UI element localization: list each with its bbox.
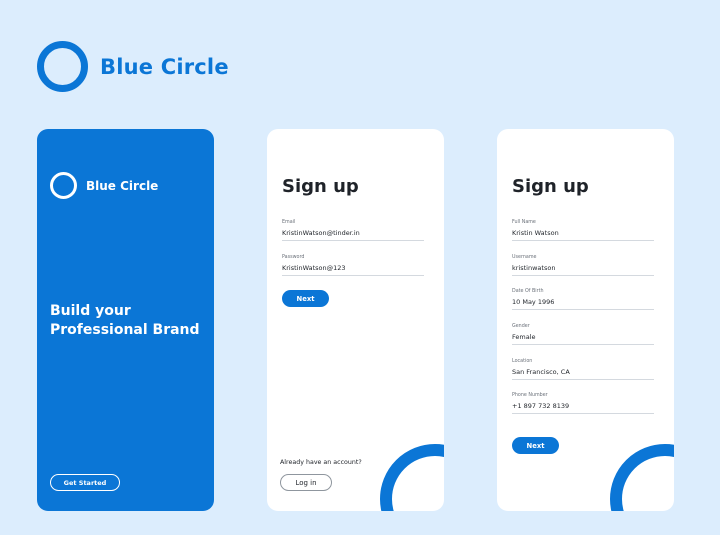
location-field-group: Location bbox=[512, 359, 654, 380]
location-label: Location bbox=[512, 359, 533, 364]
username-input[interactable] bbox=[512, 264, 654, 276]
password-label: Password bbox=[282, 255, 305, 260]
page-title: Sign up bbox=[512, 176, 589, 197]
next-button[interactable]: Next bbox=[282, 290, 329, 307]
welcome-brand-name: Blue Circle bbox=[86, 178, 159, 193]
welcome-headline: Build your Professional Brand bbox=[50, 303, 200, 338]
gender-field-group: Gender bbox=[512, 324, 654, 345]
welcome-screen: Blue Circle Build your Professional Bran… bbox=[37, 129, 214, 511]
account-prompt: Already have an account? bbox=[280, 459, 362, 466]
email-label: Email bbox=[282, 220, 296, 225]
gender-label: Gender bbox=[512, 324, 530, 329]
welcome-brand: Blue Circle bbox=[50, 172, 158, 199]
phone-number-input[interactable] bbox=[512, 402, 654, 414]
brand-logo: Blue Circle bbox=[37, 41, 229, 92]
page-title: Sign up bbox=[282, 176, 359, 197]
get-started-button[interactable]: Get Started bbox=[50, 474, 120, 491]
password-field-group: Password bbox=[282, 255, 424, 276]
username-field-group: Username bbox=[512, 255, 654, 276]
signup-profile-screen: Sign up Full Name Username Date Of Birth… bbox=[497, 129, 674, 511]
decorative-circle-icon bbox=[380, 444, 444, 511]
login-button[interactable]: Log in bbox=[280, 474, 332, 491]
signup-email-screen: Sign up Email Password Next Already have… bbox=[267, 129, 444, 511]
location-input[interactable] bbox=[512, 368, 654, 380]
decorative-circle-icon bbox=[610, 444, 674, 511]
next-button[interactable]: Next bbox=[512, 437, 559, 454]
full-name-input[interactable] bbox=[512, 229, 654, 241]
email-input[interactable] bbox=[282, 229, 424, 241]
brand-name: Blue Circle bbox=[100, 54, 229, 79]
username-label: Username bbox=[512, 255, 537, 260]
full-name-label: Full Name bbox=[512, 220, 536, 225]
password-input[interactable] bbox=[282, 264, 424, 276]
date-of-birth-input[interactable] bbox=[512, 298, 654, 310]
email-field-group: Email bbox=[282, 220, 424, 241]
date-of-birth-label: Date Of Birth bbox=[512, 289, 544, 294]
blue-circle-logo-icon bbox=[50, 172, 77, 199]
gender-input[interactable] bbox=[512, 333, 654, 345]
full-name-field-group: Full Name bbox=[512, 220, 654, 241]
phone-number-label: Phone Number bbox=[512, 393, 548, 398]
date-of-birth-field-group: Date Of Birth bbox=[512, 289, 654, 310]
phone-number-field-group: Phone Number bbox=[512, 393, 654, 414]
blue-circle-logo-icon bbox=[37, 41, 88, 92]
